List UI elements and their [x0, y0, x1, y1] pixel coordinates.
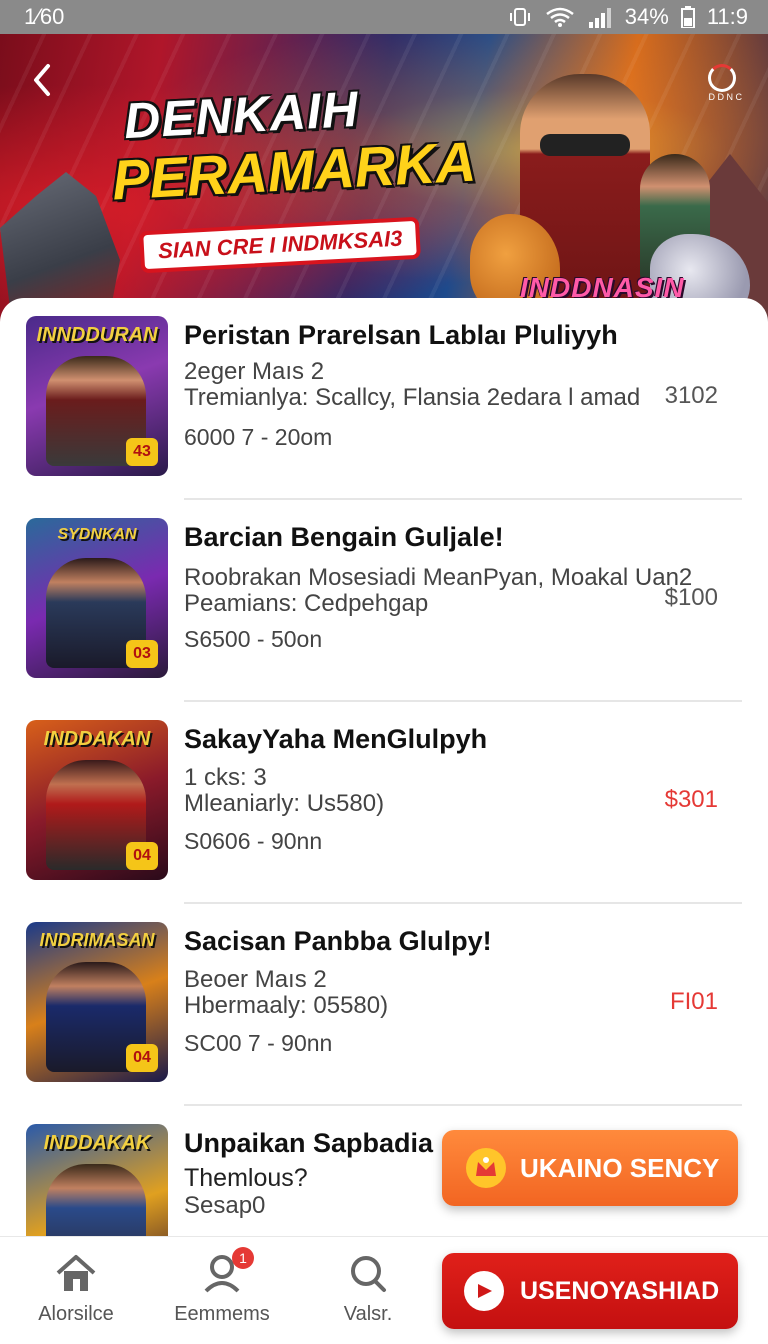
play-icon [464, 1271, 504, 1311]
thumbnail-title: INNDDURAN [36, 324, 158, 346]
status-time-left: 1⁄60 [24, 4, 65, 29]
red-cta-label: USENOYASHIAD [520, 1276, 720, 1305]
item-description: Mleaniarly: Us580) [184, 790, 385, 817]
back-button[interactable] [24, 62, 60, 98]
item-time: S6500 - 50on [184, 626, 323, 652]
game-thumbnail: INDRIMASAN 04 [26, 922, 168, 1082]
battery-percent: 34% [624, 4, 669, 29]
battery-icon [680, 6, 695, 28]
item-subtitle: 2eger Maıs 2 [184, 358, 325, 385]
promo-banner[interactable]: D D N C DENKAIH PERAMARKA SIAN CRE I IND… [0, 34, 768, 324]
item-title: Sacisan Panbba Glulpy! [184, 926, 492, 956]
search-icon [298, 1253, 438, 1293]
list-item[interactable]: SYDNKAN 03 Barcian Bengain Guljale! Roob… [26, 500, 742, 702]
item-subtitle: Beoer Maıs 2 [184, 966, 327, 993]
nav-item-search[interactable]: Valsr. [298, 1253, 438, 1326]
list-item[interactable]: INDRIMASAN 04 Sacisan Panbba Glulpy! Beo… [26, 904, 742, 1106]
wifi-icon [545, 6, 575, 28]
item-title: Barcian Bengain Guljale! [184, 522, 504, 552]
item-description: Peamians: Cedpehgap [184, 590, 429, 617]
thumbnail-title: INDRIMASAN [39, 930, 155, 950]
item-title: Unpaikan Sapbadia [184, 1128, 434, 1158]
person-icon: 1 [152, 1247, 292, 1293]
mascot-icon [466, 1148, 506, 1188]
banner-corner-label: D D N C [708, 92, 743, 102]
thumbnail-title: SYDNKAN [57, 526, 137, 543]
orange-cta-label: UKAINO SENCY [520, 1152, 720, 1183]
orange-cta-button[interactable]: UKAINO SENCY [442, 1130, 738, 1206]
item-time: SC00 7 - 90nn [184, 1030, 333, 1056]
item-price: 3102 [664, 382, 718, 409]
item-subtitle: Themlous? [184, 1164, 308, 1192]
list-item[interactable]: INNDDURAN 43 Peristan Prarelsan Lablaı P… [26, 298, 742, 500]
thumbnail-title: INDDAKAK [43, 1132, 151, 1154]
item-price: $301 [664, 786, 718, 813]
hero-visor-illustration [540, 134, 630, 156]
item-time: S0606 - 90nn [184, 828, 323, 854]
vibrate-icon [507, 7, 533, 27]
nav-search-label: Valsr. [343, 1303, 393, 1325]
item-subtitle: 1 cks: 3 [184, 764, 267, 791]
thumbnail-badge: 03 [126, 640, 158, 668]
thumbnail-title: INDDAKAN [43, 728, 151, 750]
nav-item-people[interactable]: 1 Eemmems [152, 1247, 292, 1326]
item-time: 6000 7 - 20om [184, 424, 333, 450]
banner-subtitle: SIAN CRE I INDMKSAI3 [139, 216, 422, 274]
status-clock: 11:9 [706, 4, 748, 29]
game-thumbnail: INNDDURAN 43 [26, 316, 168, 476]
nav-item-home[interactable]: Alorsilce [6, 1253, 146, 1326]
item-description: Tremianlya: Scallcy, Flansia 2edara l am… [184, 384, 641, 411]
item-description: Hbermaaly: 05580) [184, 992, 389, 1019]
item-subtitle: Roobrakan Mosesiadi MeanPyan, Moakal Uan… [184, 564, 693, 591]
game-list: INNDDURAN 43 Peristan Prarelsan Lablaı P… [0, 298, 768, 1284]
thumbnail-badge: 43 [126, 438, 158, 466]
refresh-icon[interactable] [708, 64, 736, 92]
item-price: $100 [664, 584, 718, 611]
game-thumbnail: INDDAKAN 04 [26, 720, 168, 880]
nav-home-label: Alorsilce [38, 1303, 114, 1325]
thumbnail-badge: 04 [126, 842, 158, 870]
status-bar: 1⁄60 34% 11:9 [0, 0, 768, 34]
thumbnail-badge: 04 [126, 1044, 158, 1072]
item-title: Peristan Prarelsan Lablaı Pluliyyh [184, 320, 618, 350]
status-right: 34% 11:9 [507, 4, 748, 30]
item-description: Sesap0 [184, 1192, 266, 1219]
home-icon [6, 1253, 146, 1293]
item-title: SakayYaha MenGlulpyh [184, 724, 488, 754]
nav-people-label: Eemmems [174, 1303, 270, 1325]
item-price: FI01 [669, 988, 718, 1015]
bottom-nav: Alorsilce 1 Eemmems Valsr. USENOYASHIAD [0, 1236, 768, 1344]
red-cta-button[interactable]: USENOYASHIAD [442, 1253, 738, 1329]
game-thumbnail: SYDNKAN 03 [26, 518, 168, 678]
signal-icon [587, 6, 613, 28]
chevron-left-icon [34, 64, 50, 96]
notification-badge: 1 [232, 1247, 254, 1269]
list-item[interactable]: INDDAKAN 04 SakayYaha MenGlulpyh 1 cks: … [26, 702, 742, 904]
